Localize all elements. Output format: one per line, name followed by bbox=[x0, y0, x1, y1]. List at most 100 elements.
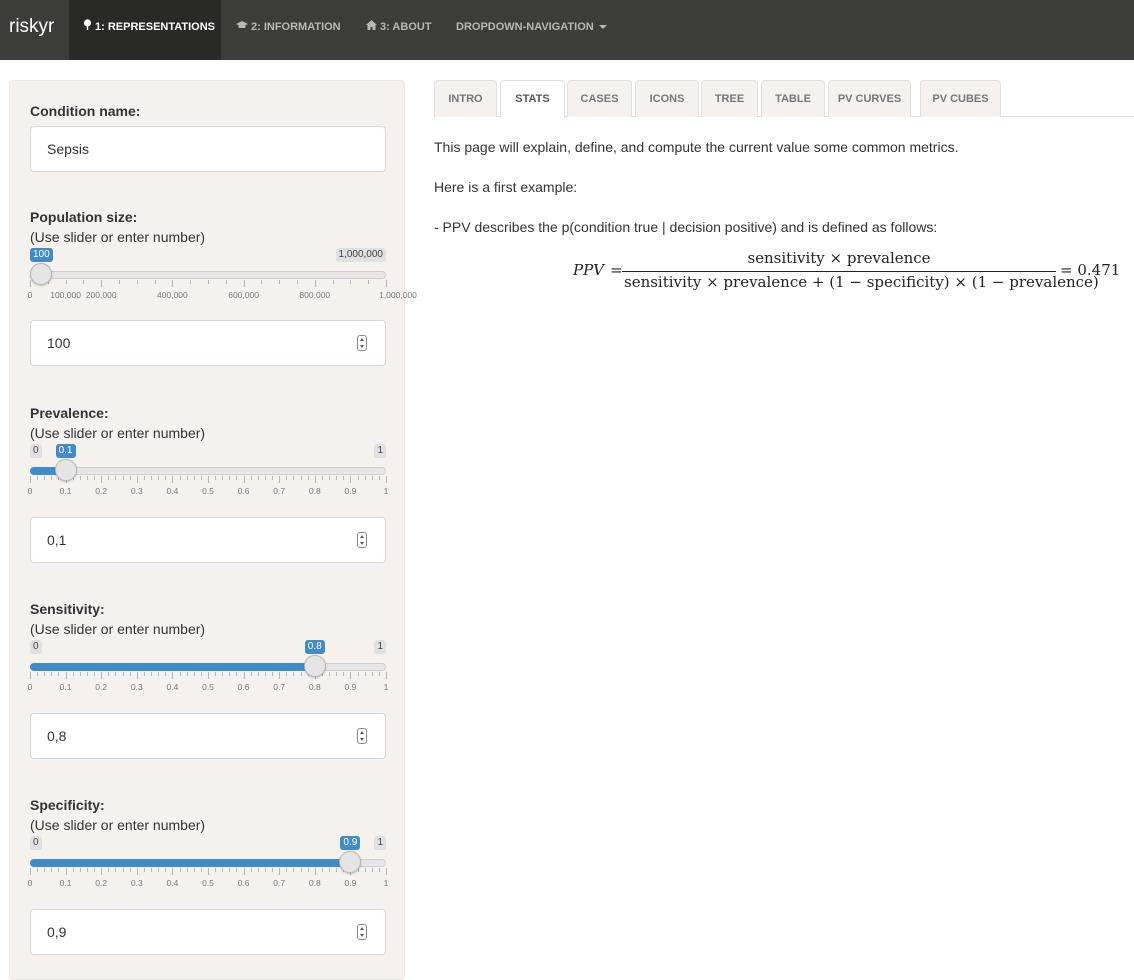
tab-stats[interactable]: STATS bbox=[500, 80, 565, 118]
tab-pv-curves[interactable]: PV CURVES bbox=[828, 80, 911, 117]
slider-tick bbox=[208, 868, 209, 875]
slider-tick bbox=[386, 672, 387, 679]
tab-intro[interactable]: INTRO bbox=[434, 80, 497, 117]
sensitivity-label: Sensitivity: bbox=[30, 601, 105, 617]
slider-tick bbox=[286, 672, 288, 676]
slider-fill bbox=[30, 859, 351, 867]
slider-tick bbox=[264, 476, 266, 480]
slider-track[interactable] bbox=[30, 271, 386, 279]
slider-tick bbox=[336, 672, 338, 676]
slider-tick bbox=[332, 280, 334, 284]
slider-tick bbox=[350, 672, 352, 679]
specificity-label: Specificity: bbox=[30, 797, 105, 813]
nav-item-representations[interactable]: 1: REPRESENTATIONS bbox=[69, 0, 221, 60]
slider-tick bbox=[300, 476, 302, 480]
formula-lhs: PPV bbox=[573, 261, 605, 279]
sensitivity-input[interactable]: 0,8 bbox=[30, 713, 386, 759]
slider-tick bbox=[272, 672, 274, 676]
slider-tick-label: 0.6 bbox=[237, 486, 250, 496]
slider-handle[interactable] bbox=[30, 263, 52, 285]
tab-table[interactable]: TABLE bbox=[761, 80, 825, 117]
slider-tick bbox=[172, 868, 174, 875]
sensitivity-value: 0,8 bbox=[47, 728, 67, 744]
slider-tick bbox=[30, 672, 31, 679]
slider-tick-label: 0.2 bbox=[95, 878, 108, 888]
slider-handle[interactable] bbox=[303, 655, 326, 677]
slider-handle[interactable] bbox=[54, 459, 77, 481]
prevalence-label: Prevalence: bbox=[30, 405, 109, 421]
specificity-hint: (Use slider or enter number) bbox=[30, 817, 206, 833]
slider-tick bbox=[94, 868, 96, 872]
prevalence-slider[interactable]: 0 0.1 0.2 0.3 0.4 0.5 0.6 0.7 0.8 0.9 1 0 1 0.1 bbox=[28, 444, 389, 497]
slider-tick bbox=[101, 672, 103, 679]
tree-icon bbox=[83, 0, 92, 54]
fraction-bar bbox=[622, 271, 1056, 272]
home-icon bbox=[366, 0, 377, 54]
sensitivity-slider[interactable]: 0 0.1 0.2 0.3 0.4 0.5 0.6 0.7 0.8 0.9 1 0 1 0.8 bbox=[28, 640, 388, 693]
slider-track[interactable] bbox=[30, 467, 386, 475]
slider-tick bbox=[129, 476, 131, 480]
slider-tick bbox=[108, 868, 110, 872]
slider-tick bbox=[386, 280, 387, 287]
slider-tick bbox=[37, 868, 39, 872]
brand-logo[interactable]: riskyr bbox=[9, 16, 54, 38]
spinner-icon[interactable] bbox=[357, 532, 367, 548]
nav-item-dropdown[interactable]: DROPDOWN-NAVIGATION bbox=[456, 0, 607, 60]
graduation-cap-icon bbox=[236, 0, 248, 54]
nav-item-about[interactable]: 3: ABOUT bbox=[366, 0, 432, 60]
slider-value-label: 100 bbox=[30, 248, 53, 262]
specificity-slider[interactable]: 0 0.1 0.2 0.3 0.4 0.5 0.6 0.7 0.8 0.9 1 0 1 0.9 bbox=[28, 836, 388, 889]
spinner-icon[interactable] bbox=[357, 728, 367, 744]
slider-tick bbox=[179, 868, 181, 872]
slider-tick bbox=[215, 672, 217, 676]
slider-tick bbox=[165, 868, 167, 872]
slider-min-label: 0 bbox=[30, 444, 42, 458]
slider-tick bbox=[261, 280, 263, 284]
slider-max-label: 1 bbox=[374, 640, 386, 654]
slider-tick bbox=[293, 476, 295, 480]
spinner-icon[interactable] bbox=[357, 335, 367, 351]
tab-pv-cubes[interactable]: PV CUBES bbox=[920, 80, 1001, 117]
slider-fill bbox=[30, 663, 315, 671]
tab-cases[interactable]: CASES bbox=[567, 80, 632, 117]
top-navbar: riskyr 1: REPRESENTATIONS 2: INFORMATION… bbox=[0, 0, 1134, 60]
slider-tick bbox=[250, 476, 252, 480]
slider-tick bbox=[208, 476, 209, 483]
population-size-slider[interactable]: 0 100,000 200,000 400,000 600,000 800,000 1,00… bbox=[28, 248, 417, 301]
slider-tick bbox=[229, 476, 231, 480]
slider-tick bbox=[179, 476, 181, 480]
slider-tick bbox=[250, 868, 252, 872]
prevalence-input[interactable]: 0,1 bbox=[30, 517, 386, 563]
slider-tick bbox=[200, 672, 202, 676]
slider-tick-label: 0.6 bbox=[237, 878, 250, 888]
slider-tick bbox=[350, 476, 352, 483]
slider-tick bbox=[368, 280, 370, 284]
specificity-input[interactable]: 0,9 bbox=[30, 909, 386, 955]
slider-tick-label: 0.9 bbox=[344, 486, 357, 496]
slider-tick bbox=[257, 868, 259, 872]
slider-tick bbox=[186, 868, 188, 872]
prevalence-value: 0,1 bbox=[47, 532, 67, 548]
slider-tick-label: 0.3 bbox=[130, 682, 143, 692]
formula-denominator: sensitivity × prevalence + (1 − specific… bbox=[624, 273, 1099, 291]
slider-tick bbox=[179, 672, 181, 676]
slider-tick-label: 1 bbox=[383, 486, 389, 496]
slider-tick bbox=[264, 868, 266, 872]
slider-tick-label: 0.8 bbox=[308, 486, 321, 496]
slider-tick bbox=[30, 476, 31, 483]
population-size-input[interactable]: 100 bbox=[30, 320, 386, 366]
tab-icons[interactable]: ICONS bbox=[635, 80, 699, 117]
slider-tick bbox=[286, 476, 288, 480]
slider-tick-label: 0.5 bbox=[202, 878, 214, 888]
condition-name-input[interactable]: Sepsis bbox=[30, 126, 386, 172]
slider-tick bbox=[222, 868, 224, 872]
caret-down-icon bbox=[598, 25, 607, 30]
slider-tick bbox=[129, 672, 131, 676]
slider-tick bbox=[208, 672, 209, 679]
nav-item-information[interactable]: 2: INFORMATION bbox=[236, 0, 341, 60]
slider-tick bbox=[329, 868, 331, 872]
tab-tree[interactable]: TREE bbox=[701, 80, 758, 117]
spinner-icon[interactable] bbox=[357, 924, 367, 940]
slider-tick bbox=[101, 476, 103, 483]
slider-tick-label: 0.5 bbox=[202, 682, 214, 692]
